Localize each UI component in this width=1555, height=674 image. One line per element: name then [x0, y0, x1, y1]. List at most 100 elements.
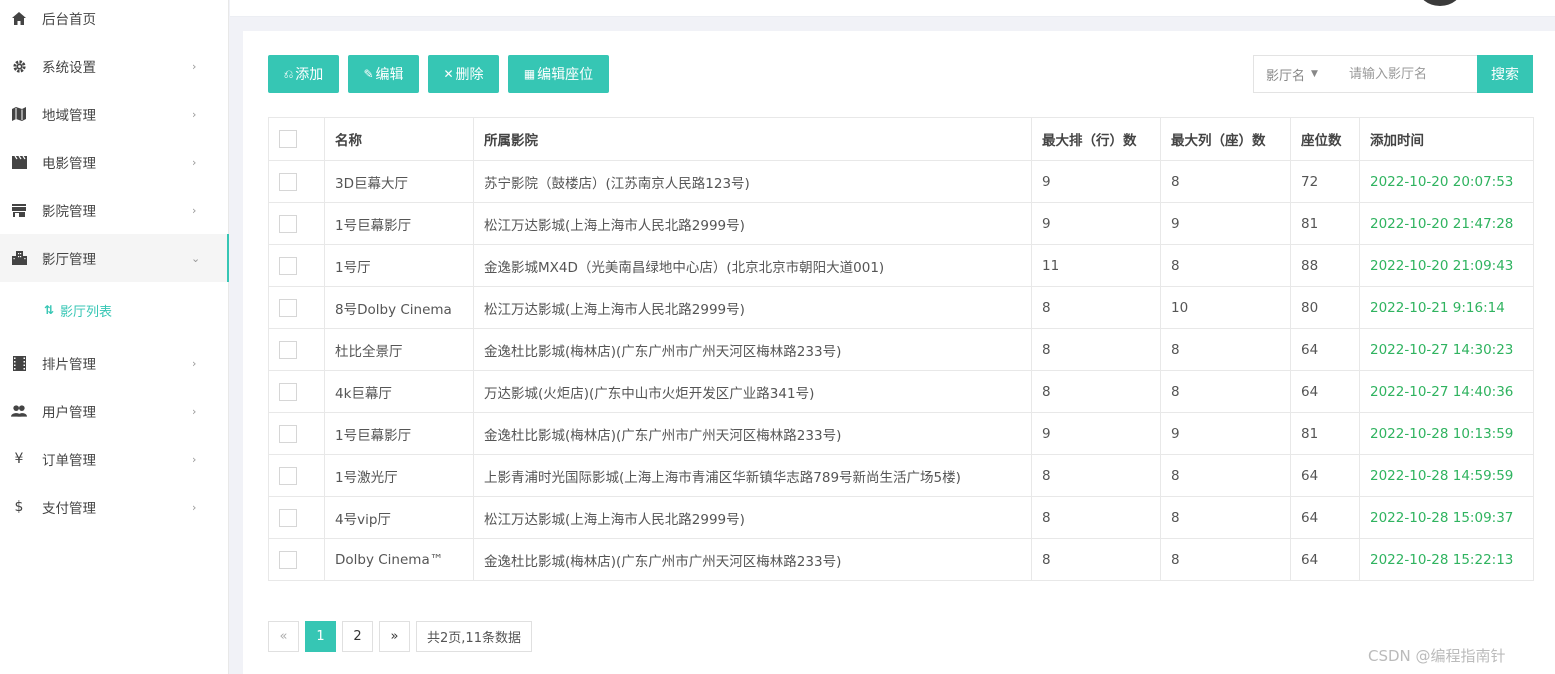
sidebar-item-halls[interactable]: 影厅管理 ⌄: [0, 234, 229, 282]
sidebar-item-label: 地域管理: [42, 108, 96, 124]
sidebar-item-home[interactable]: 后台首页: [0, 0, 229, 42]
cell-added-time: 2022-10-20 21:09:43: [1359, 244, 1534, 287]
page-1-button[interactable]: 1: [305, 621, 336, 652]
chevron-right-icon: ›: [192, 59, 197, 73]
sidebar: 后台首页 系统设置 › 地域管理 › 电影管理 › 影院管理 › 影厅管理 ⌄: [0, 0, 229, 674]
sidebar-item-cinemas[interactable]: 影院管理 ›: [0, 186, 229, 234]
seats-icon: ▦: [523, 67, 536, 81]
sidebar-item-payments[interactable]: $ 支付管理 ›: [0, 483, 229, 531]
row-select-cell: [268, 370, 325, 413]
sidebar-item-users[interactable]: 用户管理 ›: [0, 387, 229, 435]
cell-max-cols: 8: [1160, 328, 1291, 371]
cell-max-rows: 9: [1031, 202, 1161, 245]
cell-added-time: 2022-10-28 15:09:37: [1359, 496, 1534, 539]
row-checkbox[interactable]: [279, 214, 297, 233]
cell-seats: 64: [1290, 328, 1360, 371]
table-row[interactable]: 1号激光厅 上影青浦时光国际影城(上海上海市青浦区华新镇华志路789号新尚生活广场…: [268, 454, 1534, 497]
cell-added-time: 2022-10-28 15:22:13: [1359, 538, 1534, 581]
dollar-icon: $: [14, 499, 24, 515]
sidebar-item-label: 订单管理: [42, 453, 96, 469]
column-header-seats: 座位数: [1290, 117, 1360, 161]
delete-button[interactable]: ✕ 删除: [428, 55, 499, 93]
search-button[interactable]: 搜索: [1477, 55, 1533, 93]
sidebar-item-label: 系统设置: [42, 60, 96, 76]
cell-max-cols: 8: [1160, 160, 1291, 203]
row-checkbox[interactable]: [279, 256, 297, 275]
caret-down-icon: ▼: [1311, 69, 1318, 79]
table-row[interactable]: 8号Dolby Cinema 松江万达影城(上海上海市人民北路2999号) 8 10 8…: [268, 286, 1534, 329]
prev-page-button[interactable]: «: [268, 621, 299, 652]
edit-seats-button[interactable]: ▦ 编辑座位: [508, 55, 609, 93]
next-page-button[interactable]: »: [379, 621, 410, 652]
chevron-right-icon: ›: [192, 155, 197, 169]
sidebar-item-region[interactable]: 地域管理 ›: [0, 90, 229, 138]
watermark: CSDN @编程指南针: [1368, 647, 1506, 665]
cell-name: 3D巨幕大厅: [324, 160, 474, 203]
sidebar-item-orders[interactable]: ¥ 订单管理 ›: [0, 435, 229, 483]
sidebar-item-movies[interactable]: 电影管理 ›: [0, 138, 229, 186]
cell-name: 4号vip厅: [324, 496, 474, 539]
table-row[interactable]: 4k巨幕厅 万达影城(火炬店)(广东中山市火炬开发区广业路341号) 8 8 64 202…: [268, 370, 1534, 413]
cell-max-cols: 10: [1160, 286, 1291, 329]
table-row[interactable]: 杜比全景厅 金逸杜比影城(梅林店)(广东广州市广州天河区梅林路233号) 8 8 64 2…: [268, 328, 1534, 371]
cell-name: 1号巨幕影厅: [324, 202, 474, 245]
sidebar-item-label: 用户管理: [42, 405, 96, 421]
table-row[interactable]: 3D巨幕大厅 苏宁影院（鼓楼店）(江苏南京人民路123号) 9 8 72 2022-10-…: [268, 160, 1534, 203]
cell-seats: 81: [1290, 202, 1360, 245]
top-header: [230, 0, 1555, 17]
sidebar-item-schedule[interactable]: 排片管理 ›: [0, 339, 229, 387]
select-all-checkbox[interactable]: [279, 130, 297, 148]
table-row[interactable]: Dolby Cinema™ 金逸杜比影城(梅林店)(广东广州市广州天河区梅林路23…: [268, 538, 1534, 581]
cell-name: 8号Dolby Cinema: [324, 286, 474, 329]
row-select-cell: [268, 412, 325, 455]
row-checkbox[interactable]: [279, 550, 297, 569]
cell-max-rows: 8: [1031, 538, 1161, 581]
row-checkbox[interactable]: [279, 382, 297, 401]
table-row[interactable]: 1号巨幕影厅 金逸杜比影城(梅林店)(广东广州市广州天河区梅林路233号) 9 9 81…: [268, 412, 1534, 455]
table-row[interactable]: 1号巨幕影厅 松江万达影城(上海上海市人民北路2999号) 9 9 81 2022-10-…: [268, 202, 1534, 245]
cell-max-cols: 8: [1160, 496, 1291, 539]
cell-max-rows: 8: [1031, 370, 1161, 413]
sidebar-item-system-settings[interactable]: 系统设置 ›: [0, 42, 229, 90]
cell-max-rows: 8: [1031, 496, 1161, 539]
chevron-right-icon: ›: [192, 404, 197, 418]
pagination-summary: 共2页,11条数据: [416, 621, 532, 652]
row-checkbox[interactable]: [279, 298, 297, 317]
cell-cinema: 松江万达影城(上海上海市人民北路2999号): [473, 496, 1032, 539]
cell-added-time: 2022-10-21 9:16:14: [1359, 286, 1534, 329]
close-icon: ✕: [443, 67, 454, 81]
building-icon: [11, 250, 27, 266]
cell-cinema: 万达影城(火炬店)(广东中山市火炬开发区广业路341号): [473, 370, 1032, 413]
cell-cinema: 金逸杜比影城(梅林店)(广东广州市广州天河区梅林路233号): [473, 328, 1032, 371]
cell-cinema: 金逸杜比影城(梅林店)(广东广州市广州天河区梅林路233号): [473, 412, 1032, 455]
page-2-button[interactable]: 2: [342, 621, 373, 652]
cell-name: Dolby Cinema™: [324, 538, 474, 581]
cell-seats: 64: [1290, 454, 1360, 497]
cell-added-time: 2022-10-20 20:07:53: [1359, 160, 1534, 203]
cell-seats: 64: [1290, 370, 1360, 413]
edit-button[interactable]: ✎ 编辑: [348, 55, 419, 93]
add-button[interactable]: ⎌ 添加: [268, 55, 339, 93]
row-checkbox[interactable]: [279, 340, 297, 359]
table-row[interactable]: 4号vip厅 松江万达影城(上海上海市人民北路2999号) 8 8 64 2022-10-…: [268, 496, 1534, 539]
cell-seats: 80: [1290, 286, 1360, 329]
pencil-icon: ✎: [363, 67, 374, 81]
column-header-cinema: 所属影院: [473, 117, 1032, 161]
add-icon: ⎌: [283, 66, 294, 81]
sidebar-subitem-hall-list[interactable]: ⇅ 影厅列表: [0, 285, 229, 335]
row-checkbox[interactable]: [279, 508, 297, 527]
sidebar-item-label: 支付管理: [42, 501, 96, 517]
row-checkbox[interactable]: [279, 424, 297, 443]
table-row[interactable]: 1号厅 金逸影城MX4D（光美南昌绿地中心店）(北京北京市朝阳大道001) 11 8 8…: [268, 244, 1534, 287]
row-checkbox[interactable]: [279, 172, 297, 191]
cell-seats: 88: [1290, 244, 1360, 287]
cell-added-time: 2022-10-27 14:30:23: [1359, 328, 1534, 371]
row-checkbox[interactable]: [279, 466, 297, 485]
search-field-select[interactable]: 影厅名 ▼: [1253, 55, 1337, 93]
hall-table: 名称 所属影院 最大排（行）数 最大列（座）数 座位数 添加时间 3D巨幕大厅苏…: [268, 117, 1534, 581]
film-strip-icon: [11, 355, 27, 371]
search-input[interactable]: [1336, 55, 1478, 93]
cell-seats: 64: [1290, 538, 1360, 581]
cell-cinema: 上影青浦时光国际影城(上海上海市青浦区华新镇华志路789号新尚生活广场5楼): [473, 454, 1032, 497]
cell-max-cols: 9: [1160, 412, 1291, 455]
